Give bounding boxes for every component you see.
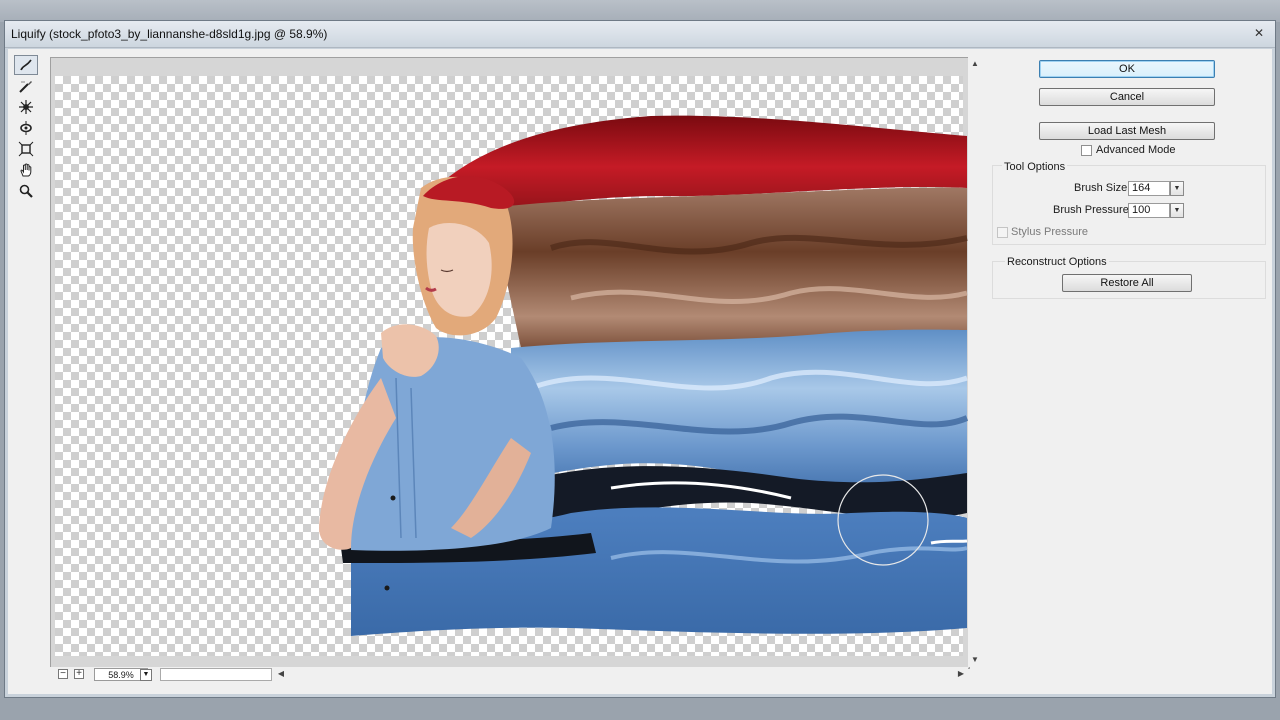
stylus-pressure-label: Stylus Pressure xyxy=(1011,226,1089,238)
reconstruct-tool-icon[interactable] xyxy=(14,76,38,96)
plus-icon[interactable]: + xyxy=(74,669,84,679)
liquify-dialog: Liquify (stock_pfoto3_by_liannanshe-d8sl… xyxy=(4,20,1276,698)
scroll-right-icon[interactable]: ▶ xyxy=(956,669,966,679)
stylus-pressure-checkbox[interactable] xyxy=(997,227,1008,238)
horizontal-scroll-thumb[interactable] xyxy=(160,668,272,681)
scroll-left-icon[interactable]: ◀ xyxy=(276,669,286,679)
restore-all-button[interactable]: Restore All xyxy=(1062,274,1192,292)
scroll-down-icon[interactable]: ▼ xyxy=(970,655,980,665)
tool-options-title: Tool Options xyxy=(1002,161,1068,173)
load-last-mesh-button[interactable]: Load Last Mesh xyxy=(1039,122,1215,140)
advanced-mode-checkbox[interactable] xyxy=(1081,145,1092,156)
brush-size-dropdown-icon[interactable]: ▼ xyxy=(1170,181,1184,196)
background-app xyxy=(0,0,1280,22)
forward-warp-tool-icon[interactable] xyxy=(14,55,38,75)
preview-canvas[interactable] xyxy=(50,57,970,669)
hand-tool-icon[interactable] xyxy=(14,160,38,180)
zoom-bar: − + 58.9% ▼ ◀ ▶ xyxy=(50,667,968,683)
brush-pressure-dropdown-icon[interactable]: ▼ xyxy=(1170,203,1184,218)
vertical-scrollbar[interactable]: ▲ ▼ xyxy=(968,57,982,667)
toolbox xyxy=(14,55,42,202)
advanced-mode-label: Advanced Mode xyxy=(1096,144,1176,156)
scroll-up-icon[interactable]: ▲ xyxy=(970,59,980,69)
zoom-tool-icon[interactable] xyxy=(14,181,38,201)
brush-pressure-field[interactable]: 100 xyxy=(1128,203,1170,218)
dialog-body: ▲ ▼ − + 58.9% ▼ ◀ ▶ OK Cancel Load Last … xyxy=(8,49,1272,694)
brush-size-field[interactable]: 164 xyxy=(1128,181,1170,196)
pucker-tool-icon[interactable] xyxy=(14,97,38,117)
zoom-dropdown-icon[interactable]: ▼ xyxy=(140,669,152,681)
ok-button[interactable]: OK xyxy=(1039,60,1215,78)
minus-icon[interactable]: − xyxy=(58,669,68,679)
cancel-button[interactable]: Cancel xyxy=(1039,88,1215,106)
liquified-photo xyxy=(319,115,969,636)
bloat-tool-icon[interactable] xyxy=(14,118,38,138)
window-title: Liquify (stock_pfoto3_by_liannanshe-d8sl… xyxy=(11,27,328,41)
brush-size-label: Brush Size: xyxy=(1074,182,1131,194)
close-icon[interactable]: ✕ xyxy=(1249,25,1269,41)
push-left-tool-icon[interactable] xyxy=(14,139,38,159)
brush-pressure-label: Brush Pressure: xyxy=(1053,204,1132,216)
title-bar: Liquify (stock_pfoto3_by_liannanshe-d8sl… xyxy=(5,21,1275,48)
reconstruct-options-title: Reconstruct Options xyxy=(1005,256,1109,268)
